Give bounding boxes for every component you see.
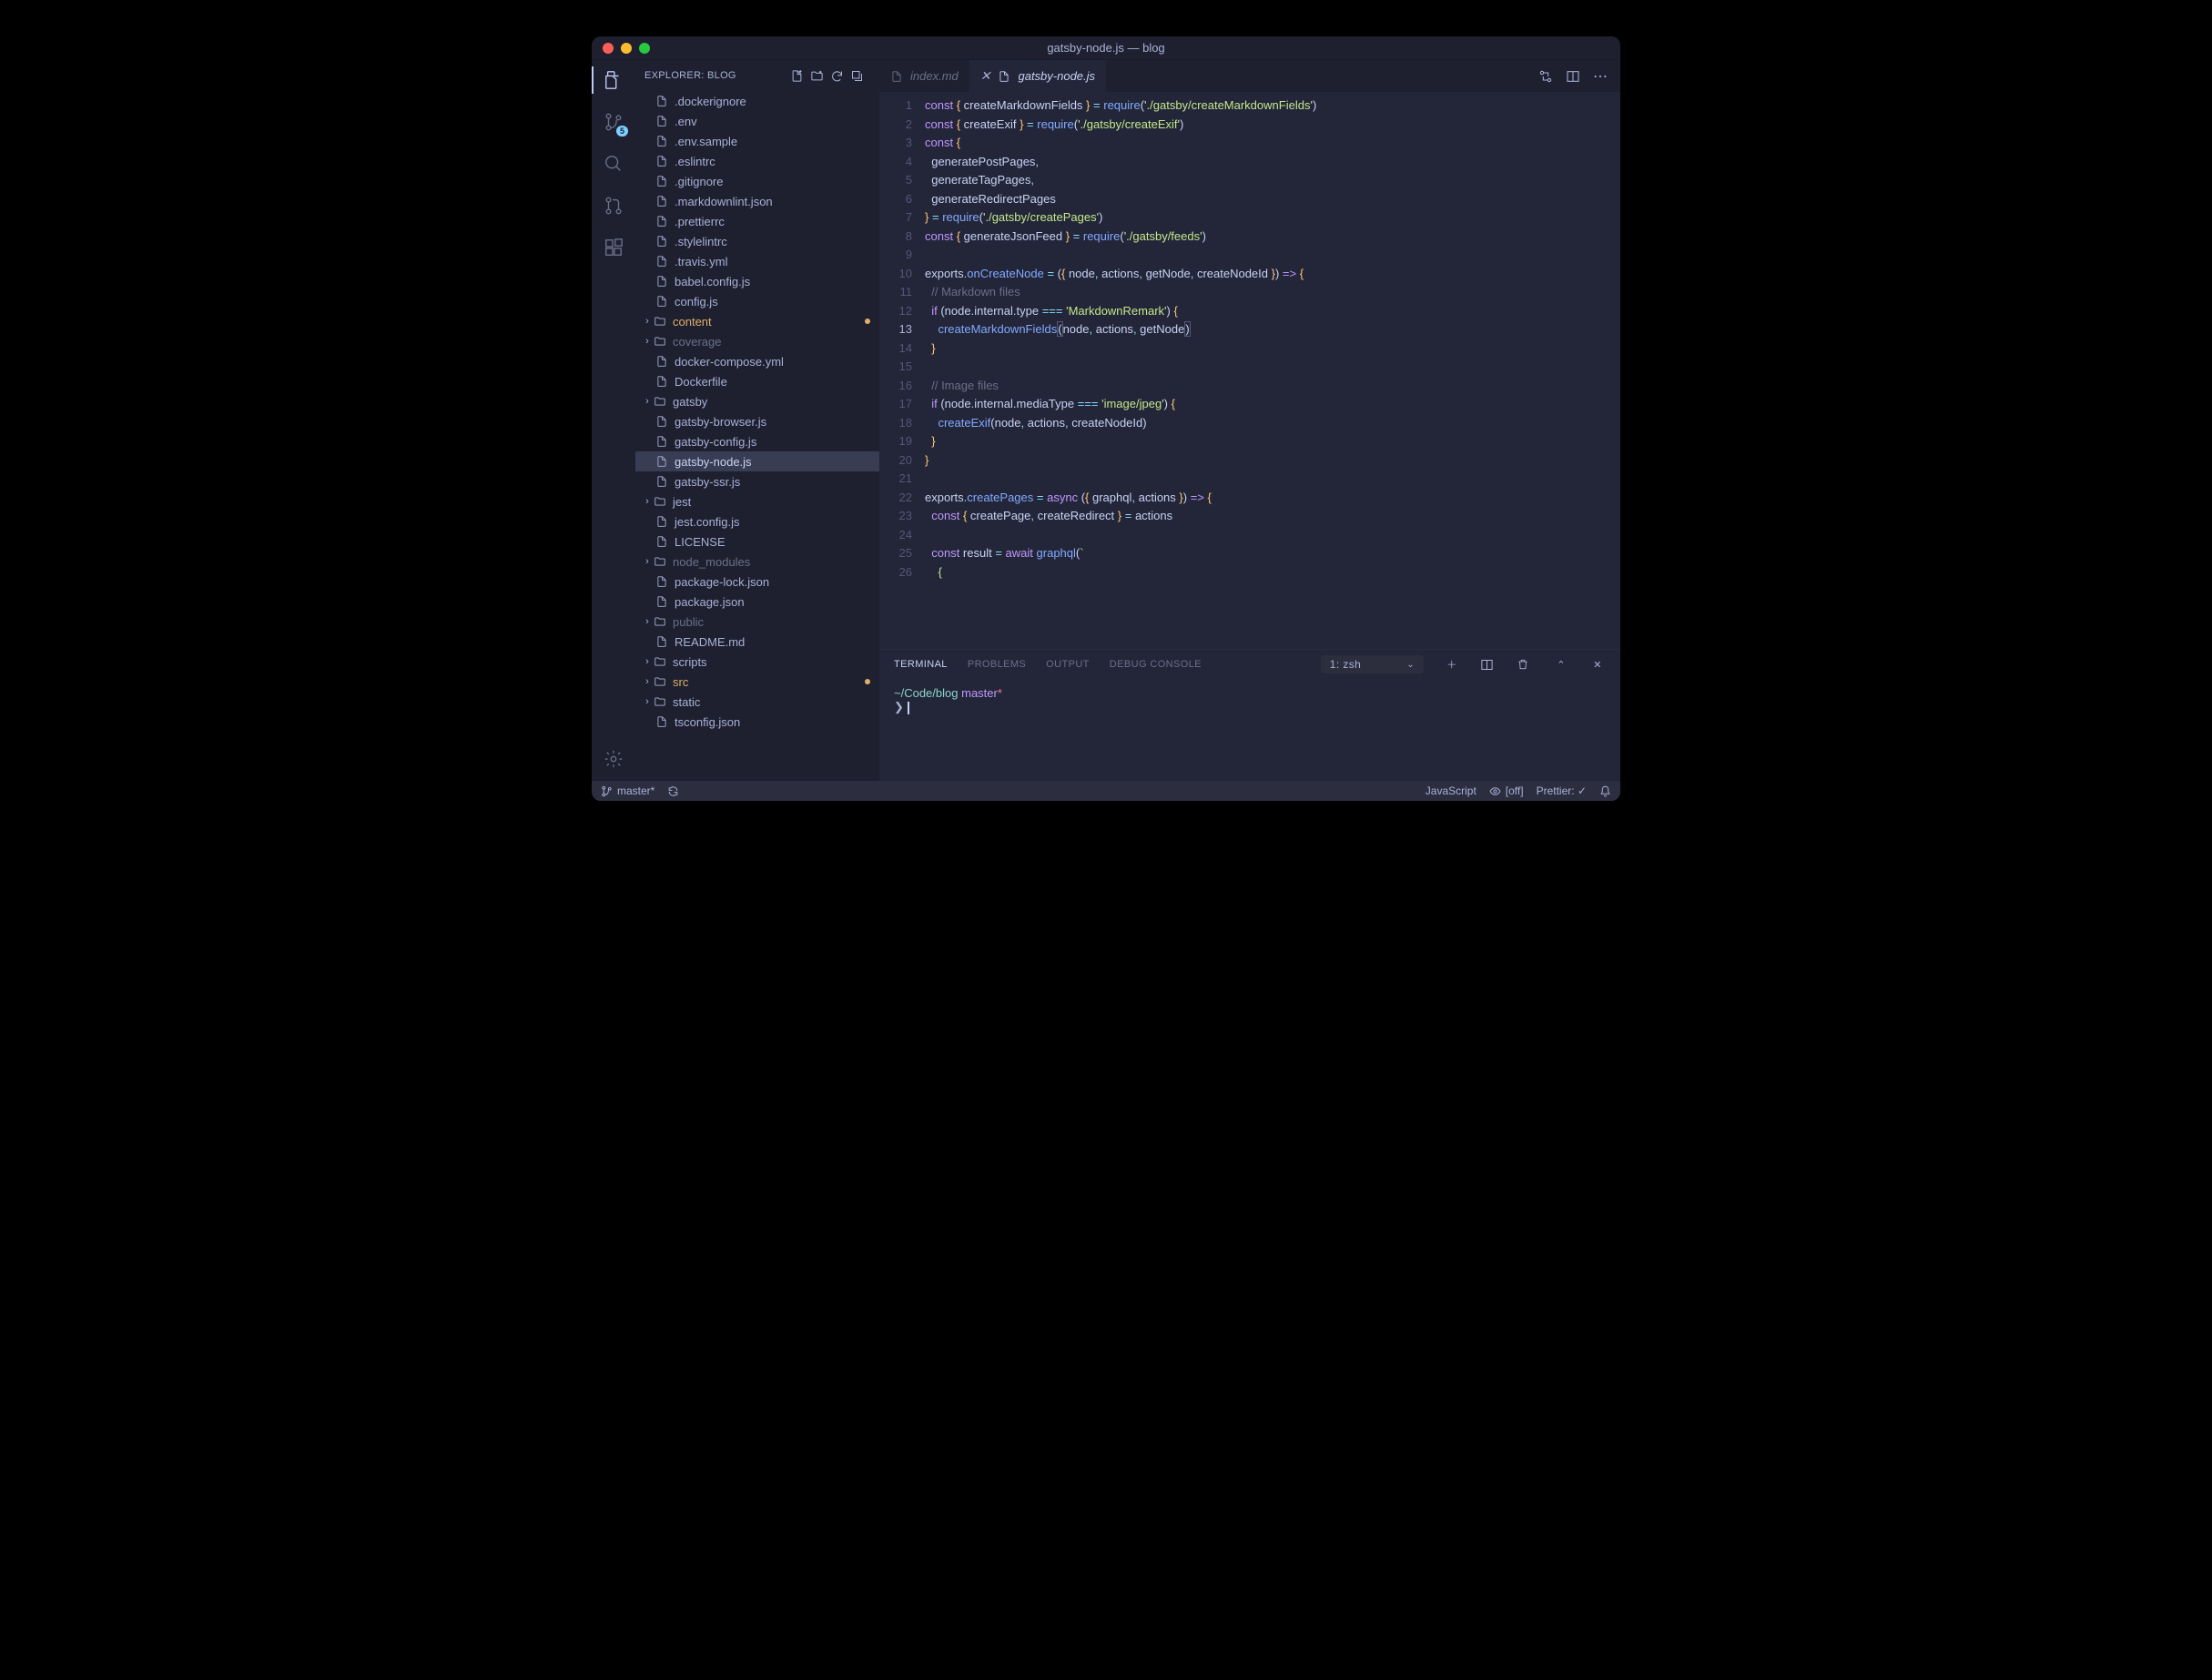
panel-close-icon[interactable]: ✕ <box>1589 659 1606 671</box>
status-prettier[interactable]: Prettier: ✓ <box>1537 784 1587 797</box>
code-content[interactable]: const { createMarkdownFields } = require… <box>925 92 1620 649</box>
status-branch[interactable]: master* <box>601 784 654 797</box>
panel-tab[interactable]: OUTPUT <box>1046 659 1090 670</box>
tree-item[interactable]: gatsby-config.js <box>635 431 879 451</box>
panel-tabs: TERMINAL PROBLEMS OUTPUT DEBUG CONSOLE 1: z… <box>879 650 1620 679</box>
panel-tab[interactable]: DEBUG CONSOLE <box>1110 659 1202 670</box>
activity-bar: 5 <box>592 60 635 781</box>
terminal-selector[interactable]: 1: zsh⌄ <box>1321 655 1424 673</box>
tree-item[interactable]: .travis.yml <box>635 251 879 271</box>
settings-icon[interactable] <box>603 748 624 770</box>
extensions-icon[interactable] <box>603 237 624 258</box>
terminal[interactable]: ~/Code/blog master* ❯ <box>879 679 1620 781</box>
pull-request-icon[interactable] <box>603 195 624 217</box>
new-terminal-icon[interactable]: ＋ <box>1444 657 1460 672</box>
sidebar-header: EXPLORER: BLOG <box>635 60 879 91</box>
tree-item[interactable]: ›public <box>635 612 879 632</box>
tree-item[interactable]: .env <box>635 111 879 131</box>
tree-item[interactable]: gatsby-browser.js <box>635 411 879 431</box>
tree-item[interactable]: package.json <box>635 592 879 612</box>
split-editor-icon[interactable] <box>1566 69 1580 84</box>
editor-tab[interactable]: index.md <box>879 60 969 92</box>
tree-item[interactable]: ›node_modules <box>635 552 879 572</box>
editor-tabs: index.md✕ gatsby-node.js ⋯ <box>879 60 1620 92</box>
tree-item[interactable]: .gitignore <box>635 171 879 191</box>
compare-changes-icon[interactable] <box>1538 69 1553 84</box>
tree-item[interactable]: .markdownlint.json <box>635 191 879 211</box>
tree-item[interactable]: .dockerignore <box>635 91 879 111</box>
code-editor[interactable]: 1234567891011121314151617181920212223242… <box>879 92 1620 649</box>
tree-item[interactable]: ›jest <box>635 491 879 511</box>
tree-item[interactable]: ›gatsby <box>635 391 879 411</box>
editor-area: index.md✕ gatsby-node.js ⋯ 1234567891011… <box>879 60 1620 781</box>
scm-badge: 5 <box>616 126 628 137</box>
close-tab-icon[interactable]: ✕ <box>980 68 991 84</box>
tree-item[interactable]: docker-compose.yml <box>635 351 879 371</box>
tree-item[interactable]: babel.config.js <box>635 271 879 291</box>
window-title: gatsby-node.js — blog <box>592 41 1620 55</box>
search-icon[interactable] <box>603 153 624 175</box>
body: 5 EXPLORER: BLOG .dockerignore.env.env.s… <box>592 60 1620 781</box>
tree-item[interactable]: ›static <box>635 692 879 712</box>
new-file-icon[interactable] <box>790 69 810 83</box>
explorer-icon[interactable] <box>603 69 624 91</box>
tree-item[interactable]: tsconfig.json <box>635 712 879 732</box>
status-sync[interactable] <box>667 785 679 797</box>
more-icon[interactable]: ⋯ <box>1593 67 1608 86</box>
new-folder-icon[interactable] <box>810 69 830 83</box>
status-off[interactable]: [off] <box>1489 784 1524 797</box>
tree-item[interactable]: ›content <box>635 311 879 331</box>
panel-tab[interactable]: PROBLEMS <box>968 659 1026 670</box>
tree-item[interactable]: .env.sample <box>635 131 879 151</box>
editor-tab[interactable]: ✕ gatsby-node.js <box>969 60 1106 92</box>
refresh-icon[interactable] <box>830 69 850 83</box>
status-language[interactable]: JavaScript <box>1426 784 1476 797</box>
tree-item[interactable]: LICENSE <box>635 531 879 552</box>
tab-actions: ⋯ <box>1538 60 1620 92</box>
tree-item[interactable]: ›coverage <box>635 331 879 351</box>
kill-terminal-icon[interactable] <box>1517 658 1533 671</box>
tree-item[interactable]: ›scripts <box>635 652 879 672</box>
tree-item[interactable]: .eslintrc <box>635 151 879 171</box>
line-gutter: 1234567891011121314151617181920212223242… <box>879 92 925 649</box>
titlebar: gatsby-node.js — blog <box>592 36 1620 60</box>
tree-item[interactable]: gatsby-node.js <box>635 451 879 471</box>
collapse-icon[interactable] <box>850 69 870 83</box>
file-tree[interactable]: .dockerignore.env.env.sample.eslintrc.gi… <box>635 91 879 781</box>
tree-item[interactable]: config.js <box>635 291 879 311</box>
tree-item[interactable]: gatsby-ssr.js <box>635 471 879 491</box>
sidebar: EXPLORER: BLOG .dockerignore.env.env.sam… <box>635 60 879 781</box>
status-bell[interactable] <box>1599 785 1611 797</box>
tree-item[interactable]: ›src <box>635 672 879 692</box>
tree-item[interactable]: README.md <box>635 632 879 652</box>
bottom-panel: TERMINAL PROBLEMS OUTPUT DEBUG CONSOLE 1: z… <box>879 649 1620 781</box>
sidebar-title: EXPLORER: BLOG <box>644 70 790 81</box>
panel-maximize-icon[interactable]: ⌃ <box>1553 659 1569 671</box>
scm-icon[interactable]: 5 <box>603 111 624 133</box>
panel-tab[interactable]: TERMINAL <box>894 659 948 670</box>
tree-item[interactable]: Dockerfile <box>635 371 879 391</box>
tree-item[interactable]: .prettierrc <box>635 211 879 231</box>
status-bar: master* JavaScript [off] Prettier: ✓ <box>592 781 1620 801</box>
tree-item[interactable]: package-lock.json <box>635 572 879 592</box>
tree-item[interactable]: jest.config.js <box>635 511 879 531</box>
tree-item[interactable]: .stylelintrc <box>635 231 879 251</box>
split-terminal-icon[interactable] <box>1480 658 1497 672</box>
window: gatsby-node.js — blog 5 EXPLORER: BLOG .… <box>592 36 1620 801</box>
